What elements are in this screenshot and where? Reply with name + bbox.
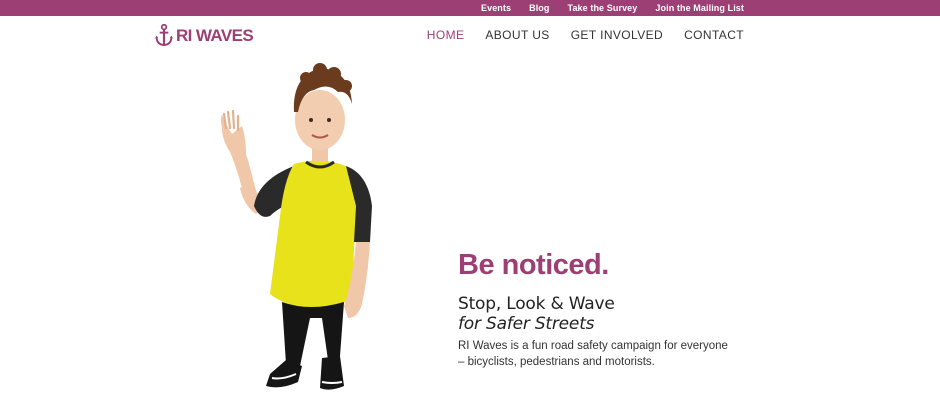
site-logo[interactable]: RI WAVES: [155, 23, 254, 47]
logo-text: RI WAVES: [176, 25, 254, 45]
hero-image-boy-waving: [221, 63, 372, 390]
anchor-icon: [155, 23, 173, 46]
nav-home[interactable]: HOME: [427, 28, 465, 42]
utility-link-blog[interactable]: Blog: [529, 3, 549, 13]
utility-link-mailing-list[interactable]: Join the Mailing List: [655, 3, 744, 13]
nav-about-us[interactable]: ABOUT US: [485, 28, 549, 42]
site-header: RI WAVES HOME ABOUT US GET INVOLVED CONT…: [0, 16, 940, 58]
hero-text: Be noticed. Stop, Look & Wave for Safer …: [458, 249, 758, 370]
nav-contact[interactable]: CONTACT: [684, 28, 744, 42]
hero-description: RI Waves is a fun road safety campaign f…: [458, 339, 728, 368]
utility-nav: Events Blog Take the Survey Join the Mai…: [481, 0, 744, 16]
hero-headline: Be noticed.: [458, 249, 609, 281]
main-nav: HOME ABOUT US GET INVOLVED CONTACT: [427, 28, 744, 42]
top-utility-bar: Events Blog Take the Survey Join the Mai…: [0, 0, 940, 16]
utility-link-events[interactable]: Events: [481, 3, 511, 13]
utility-link-survey[interactable]: Take the Survey: [568, 3, 638, 13]
hero-subheadline-line1: Stop, Look & Wave: [458, 293, 615, 314]
hero-subheadline-line2: for Safer Streets: [458, 313, 595, 334]
nav-get-involved[interactable]: GET INVOLVED: [571, 28, 663, 42]
